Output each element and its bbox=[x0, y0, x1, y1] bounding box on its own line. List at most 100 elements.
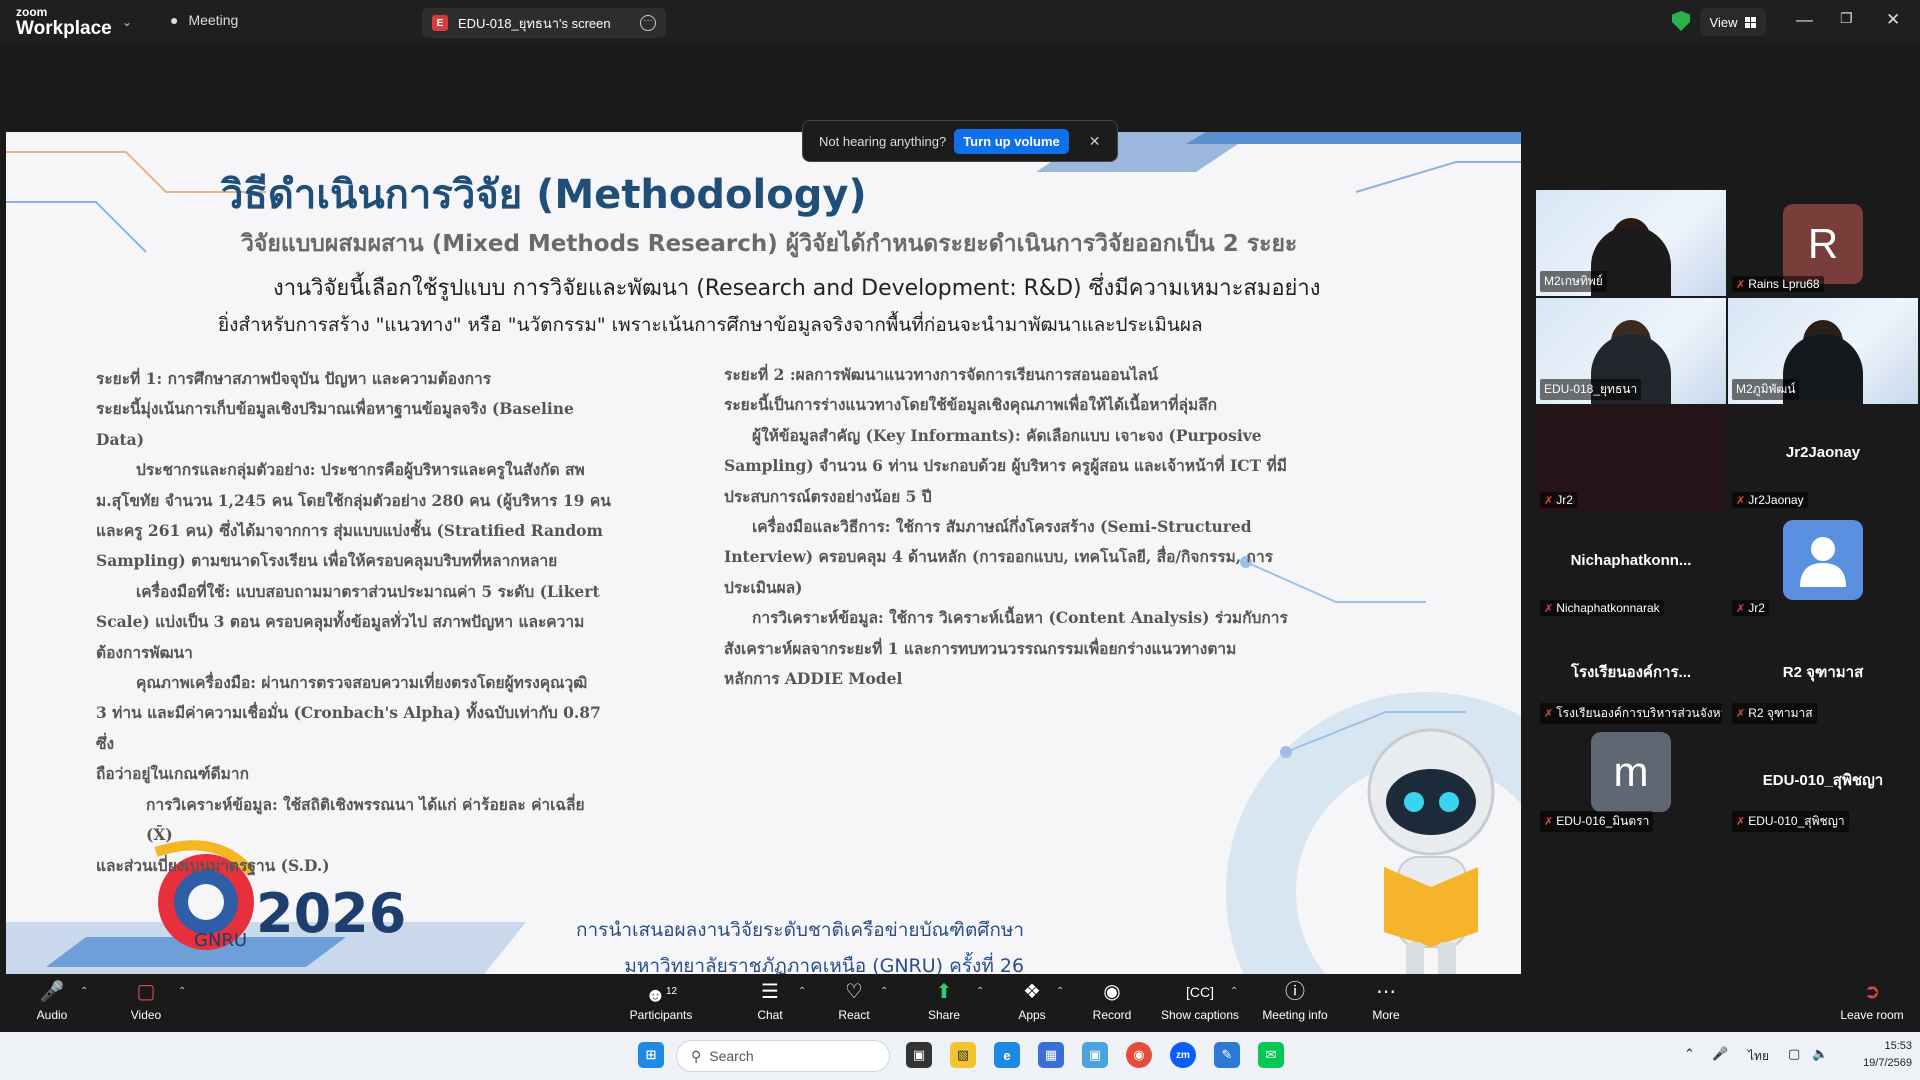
phase-1-line: ระยะที่ 1: การศึกษาสภาพปัจจุบัน ปัญหา แล… bbox=[96, 369, 492, 388]
video-off-icon: ▢ bbox=[136, 981, 156, 1003]
tab-meeting[interactable]: ● Meeting bbox=[170, 12, 238, 28]
mic-off-icon: ✗ bbox=[1736, 494, 1746, 507]
language-indicator[interactable]: ไทย bbox=[1748, 1047, 1769, 1066]
line-app-icon[interactable]: ✉ bbox=[1258, 1042, 1284, 1068]
audio-toast: Not hearing anything? Turn up volume ✕ bbox=[802, 120, 1118, 162]
mic-icon[interactable]: 🎤 bbox=[1712, 1046, 1728, 1062]
react-button[interactable]: ♡ React bbox=[834, 980, 874, 1022]
participant-tile[interactable]: R2 จุฑามาส ✗ R2 จุฑามาส bbox=[1728, 622, 1918, 728]
zoom-logo[interactable]: zoom Workplace bbox=[16, 6, 112, 38]
tab-shared-screen[interactable]: E EDU-018_ยุทธนา's screen ··· bbox=[422, 8, 666, 38]
volume-icon[interactable]: 🔈 bbox=[1812, 1046, 1828, 1062]
captions-icon: [CC] bbox=[1186, 984, 1214, 1000]
chat-caret-icon[interactable]: ⌃ bbox=[798, 986, 806, 997]
clock[interactable]: 15:53 19/7/2569 bbox=[1863, 1038, 1912, 1072]
task-view-icon[interactable]: ▣ bbox=[906, 1042, 932, 1068]
more-button[interactable]: ⋯ More bbox=[1368, 980, 1404, 1022]
share-button[interactable]: ⬆ Share bbox=[924, 980, 964, 1022]
participant-tile[interactable]: EDU-010_สุพิชญา ✗ EDU-010_สุพิชญา bbox=[1728, 730, 1918, 836]
video-button[interactable]: ▢ Video bbox=[124, 980, 168, 1022]
react-caret-icon[interactable]: ⌃ bbox=[880, 986, 888, 997]
phase-1-line: และส่วนเบี่ยงเบนมาตรฐาน (S.D.) bbox=[96, 855, 330, 875]
taskbar-search[interactable]: ⚲ Search bbox=[676, 1040, 890, 1072]
shared-screen-area: วิธีดำเนินการวิจัย (Methodology) วิจัยแบ… bbox=[0, 44, 1536, 984]
mic-off-icon: ✗ bbox=[1544, 816, 1554, 828]
view-button[interactable]: View bbox=[1700, 8, 1766, 36]
participant-name: ✗ Jr2Jaonay bbox=[1732, 492, 1808, 508]
leave-room-button[interactable]: ➲ Leave room bbox=[1838, 980, 1906, 1022]
phase-1-column: ระยะที่ 1: การศึกษาสภาพปัจจุบัน ปัญหา แล… bbox=[96, 364, 616, 881]
meeting-info-button[interactable]: ⓘ Meeting info bbox=[1260, 980, 1330, 1022]
avatar: R bbox=[1783, 204, 1863, 284]
participant-name: ✗ Nichaphatkonnarak bbox=[1540, 600, 1664, 616]
phase-2-line: ประเมินผล) bbox=[724, 577, 803, 597]
apps-caret-icon[interactable]: ⌃ bbox=[1056, 986, 1064, 997]
chrome-icon[interactable]: ◉ bbox=[1126, 1042, 1152, 1068]
mic-off-icon: ✗ bbox=[1736, 602, 1746, 615]
maximize-icon[interactable]: ❐ bbox=[1840, 10, 1853, 27]
file-explorer-icon[interactable]: ▧ bbox=[950, 1042, 976, 1068]
participants-button[interactable]: ☻12 Participants bbox=[626, 980, 696, 1022]
mic-off-icon: ✗ bbox=[1736, 816, 1746, 828]
tray-chevron-icon[interactable]: ⌃ bbox=[1684, 1046, 1695, 1062]
leave-icon: ➲ bbox=[1863, 981, 1881, 1003]
logo-year: 2026 bbox=[256, 882, 407, 945]
participant-tile-active[interactable]: EDU-018_ยุทธนา bbox=[1536, 298, 1726, 404]
video-label: Video bbox=[130, 1008, 162, 1022]
turn-up-volume-button[interactable]: Turn up volume bbox=[954, 128, 1069, 154]
phase-2-line: ประสบการณ์ตรงอย่างน้อย 5 ปี bbox=[724, 486, 932, 506]
network-icon[interactable]: ▢ bbox=[1788, 1046, 1800, 1062]
participant-tile[interactable]: โรงเรียนองค์การ... ✗ โรงเรียนองค์การบริหา… bbox=[1536, 622, 1726, 728]
participant-tile[interactable]: ✗ Jr2 bbox=[1728, 514, 1918, 620]
participant-tile[interactable]: M2เกษทิพย์ bbox=[1536, 190, 1726, 296]
footer-line-1: การนำเสนอผลงานวิจัยระดับชาติเครือข่ายบัณ… bbox=[576, 919, 1025, 941]
record-button[interactable]: ◉ Record bbox=[1090, 980, 1134, 1022]
participant-center-name: Nichaphatkonn... bbox=[1570, 552, 1692, 569]
participant-tile[interactable]: m ✗ EDU-016_มินตรา bbox=[1536, 730, 1726, 836]
app-icon[interactable]: ✎ bbox=[1214, 1042, 1240, 1068]
participant-name: M2ภูมิพัฒน์ bbox=[1732, 379, 1800, 400]
mic-off-icon: ✗ bbox=[1544, 602, 1554, 615]
phase-1-line: คุณภาพเครื่องมือ: ผ่านการตรวจสอบความเที่… bbox=[136, 673, 588, 693]
apps-button[interactable]: ❖ Apps bbox=[1012, 980, 1052, 1022]
captions-button[interactable]: [CC] Show captions bbox=[1160, 980, 1240, 1022]
video-caret-icon[interactable]: ⌃ bbox=[178, 986, 186, 997]
share-caret-icon[interactable]: ⌃ bbox=[976, 986, 984, 997]
windows-start-icon[interactable]: ⊞ bbox=[638, 1042, 664, 1068]
participant-name: ✗ EDU-010_สุพิชญา bbox=[1732, 811, 1849, 832]
edge-icon[interactable]: e bbox=[994, 1042, 1020, 1068]
mic-off-icon: ✗ bbox=[1736, 278, 1746, 291]
meeting-toolbar: 🎤 Audio ⌃ ▢ Video ⌃ ☻12 Participants ☰ C… bbox=[0, 974, 1920, 1032]
more-icon: ⋯ bbox=[1376, 981, 1396, 1003]
chat-icon: ☰ bbox=[761, 981, 779, 1003]
more-options-icon[interactable]: ··· bbox=[640, 15, 656, 31]
leave-label: Leave room bbox=[1840, 1008, 1904, 1022]
participant-center-name: EDU-010_สุพิชญา bbox=[1762, 772, 1884, 789]
security-shield-icon[interactable] bbox=[1672, 11, 1690, 31]
close-icon[interactable]: ✕ bbox=[1886, 10, 1900, 30]
participant-center-name: R2 จุฑามาส bbox=[1782, 664, 1864, 681]
participant-tile[interactable]: M2ภูมิพัฒน์ bbox=[1728, 298, 1918, 404]
logo-big-text: Workplace bbox=[16, 18, 112, 39]
audio-caret-icon[interactable]: ⌃ bbox=[80, 986, 88, 997]
zoom-app-icon[interactable]: zm bbox=[1170, 1042, 1196, 1068]
phase-1-line: ม.สุโขทัย จำนวน 1,245 คน โดยใช้กลุ่มตัวอ… bbox=[96, 490, 611, 510]
participant-tile[interactable]: Jr2Jaonay ✗ Jr2Jaonay bbox=[1728, 406, 1918, 512]
participant-tile[interactable]: ✗ Jr2 bbox=[1536, 406, 1726, 512]
audio-button[interactable]: 🎤 Audio bbox=[30, 980, 74, 1022]
chevron-down-icon[interactable]: ⌄ bbox=[122, 15, 132, 29]
phase-2-line: ระยะนี้เป็นการร่างแนวทางโดยใช้ข้อมูลเชิง… bbox=[724, 395, 1218, 415]
participant-tile[interactable]: R ✗ Rains Lpru68 bbox=[1728, 190, 1918, 296]
chat-button[interactable]: ☰ Chat bbox=[750, 980, 790, 1022]
phase-1-line: Scale) แบ่งเป็น 3 ตอน ครอบคลุมทั้งข้อมูล… bbox=[96, 612, 585, 632]
grid-icon bbox=[1745, 16, 1757, 28]
minimize-icon[interactable]: — bbox=[1796, 10, 1813, 30]
store-icon[interactable]: ▦ bbox=[1038, 1042, 1064, 1068]
participant-tile[interactable]: Nichaphatkonn... ✗ Nichaphatkonnarak bbox=[1536, 514, 1726, 620]
view-label: View bbox=[1709, 14, 1738, 30]
slide-title: วิธีดำเนินการวิจัย (Methodology) bbox=[221, 172, 867, 218]
captions-caret-icon[interactable]: ⌃ bbox=[1230, 986, 1238, 997]
toast-close-icon[interactable]: ✕ bbox=[1089, 133, 1101, 150]
phase-1-line: ประชากรและกลุ่มตัวอย่าง: ประชากรคือผู้บร… bbox=[136, 460, 585, 480]
photos-icon[interactable]: ▣ bbox=[1082, 1042, 1108, 1068]
